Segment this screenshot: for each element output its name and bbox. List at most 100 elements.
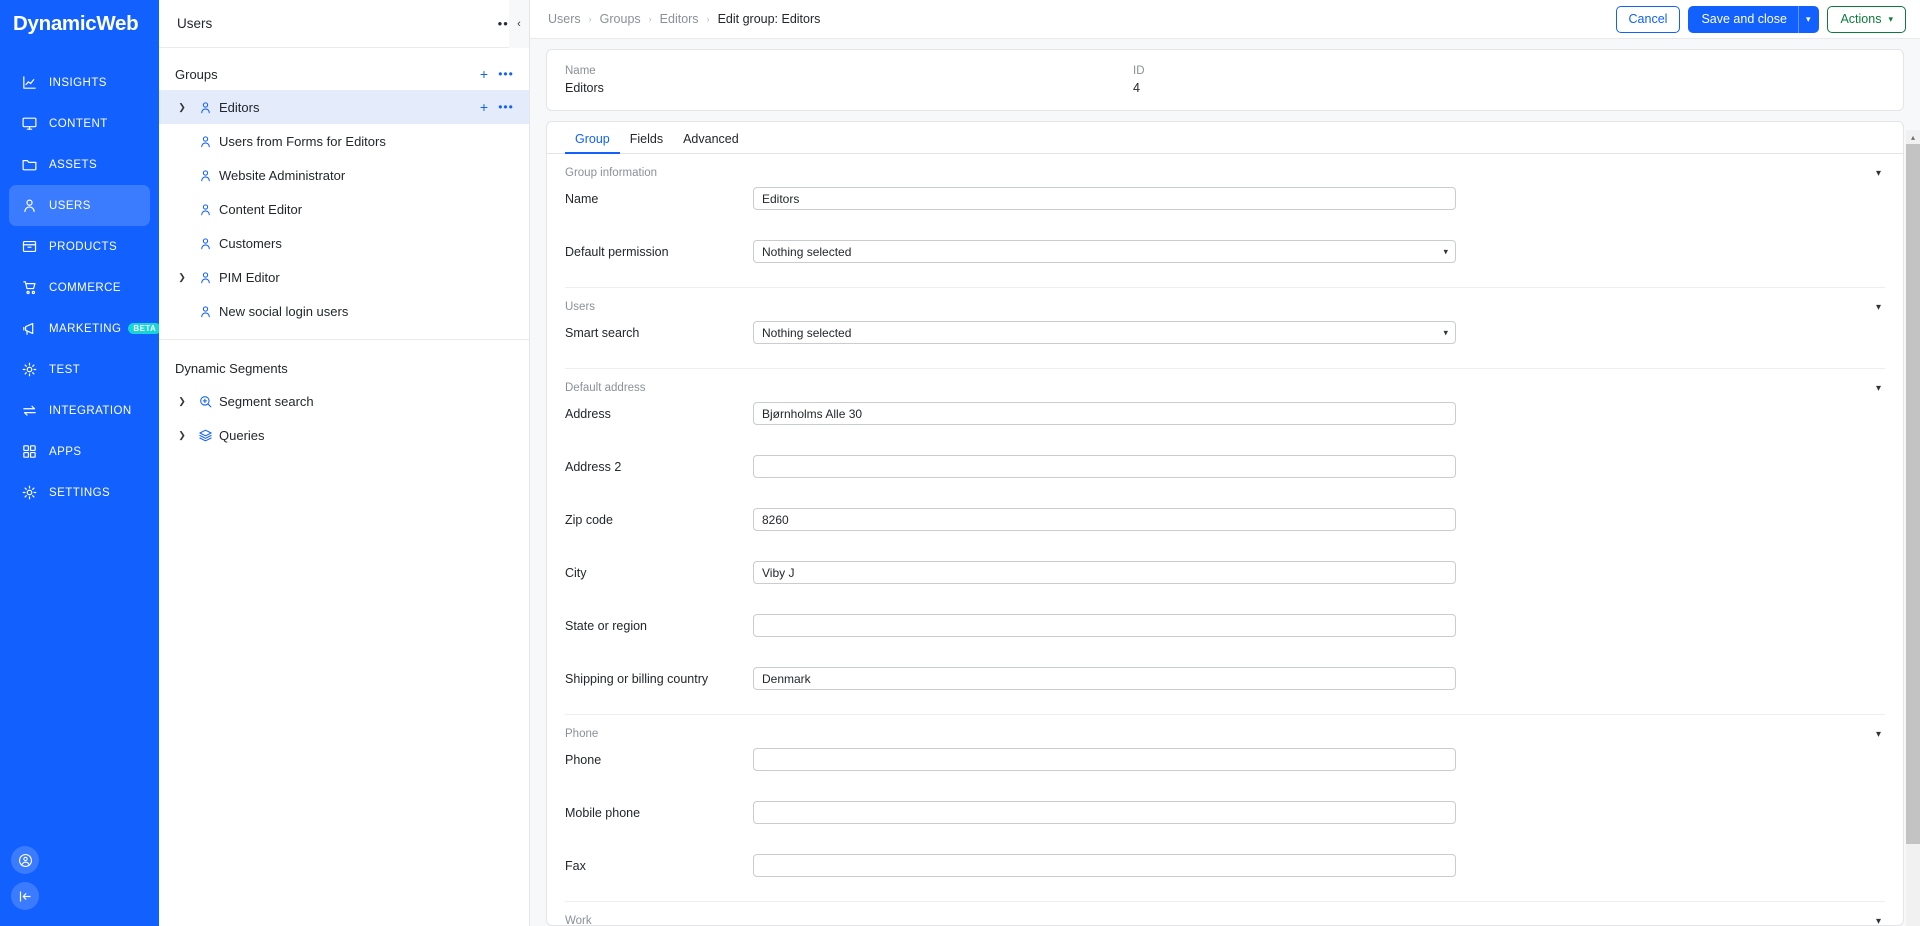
breadcrumb-item[interactable]: Users xyxy=(548,12,581,26)
user-group-icon xyxy=(193,202,217,217)
grid-apps-icon xyxy=(9,443,49,460)
field-label: Fax xyxy=(565,858,586,873)
chevron-down-icon[interactable]: ▾ xyxy=(1876,302,1885,313)
nav-item-marketing[interactable]: MARKETING BETA xyxy=(9,308,162,349)
cancel-button[interactable]: Cancel xyxy=(1615,5,1681,33)
nav-item-content[interactable]: CONTENT xyxy=(9,103,150,144)
collapse-left-icon[interactable] xyxy=(11,882,39,910)
panel-title: Users xyxy=(177,16,213,31)
fax-input[interactable] xyxy=(753,854,1456,877)
section-more-button[interactable]: ••• xyxy=(495,63,517,85)
tree-item[interactable]: ❯ Queries xyxy=(159,418,529,452)
tab-group[interactable]: Group xyxy=(565,132,620,154)
tree-item[interactable]: Users from Forms for Editors xyxy=(159,124,529,158)
account-avatar-icon[interactable] xyxy=(11,846,39,874)
scrollbar-thumb[interactable] xyxy=(1906,144,1920,844)
tree-item[interactable]: Website Administrator xyxy=(159,158,529,192)
summary-id-value: 4 xyxy=(1133,81,1140,95)
nav-item-label: PRODUCTS xyxy=(49,240,118,253)
form-row: Mobile phone xyxy=(565,794,1885,831)
nav-item-integration[interactable]: INTEGRATION xyxy=(9,390,150,431)
address-input[interactable] xyxy=(753,402,1456,425)
state-or-region-input[interactable] xyxy=(753,614,1456,637)
form-row: Phone xyxy=(565,741,1885,778)
nav-item-products[interactable]: PRODUCTS xyxy=(9,226,150,267)
form-row: Default permission Nothing selected ▾ xyxy=(565,233,1885,270)
tree-item[interactable]: Customers xyxy=(159,226,529,260)
tree-item-label: Editors xyxy=(219,99,260,115)
tree-item[interactable]: New social login users xyxy=(159,294,529,328)
chevron-down-icon[interactable]: ▾ xyxy=(1876,916,1885,926)
nav-item-apps[interactable]: APPS xyxy=(9,431,150,472)
breadcrumb-item[interactable]: Groups xyxy=(600,12,641,26)
field-label: Mobile phone xyxy=(565,805,641,820)
chevron-down-icon[interactable]: ▾ xyxy=(1876,729,1885,740)
city-input[interactable] xyxy=(753,561,1456,584)
zip-code-input[interactable] xyxy=(753,508,1456,531)
form-section-title: Work xyxy=(565,915,592,925)
form-section-header: Phone ▾ xyxy=(565,715,1885,740)
add-child-button[interactable]: + xyxy=(473,96,495,118)
megaphone-icon xyxy=(9,320,49,337)
tree-section-label: Dynamic Segments xyxy=(175,360,288,376)
phone-input[interactable] xyxy=(753,748,1456,771)
nav-item-test[interactable]: TEST xyxy=(9,349,150,390)
tree-item-selected[interactable]: ❯ Editors + ••• xyxy=(159,90,529,124)
chevron-right-icon[interactable]: ❯ xyxy=(171,272,193,283)
row-more-button[interactable]: ••• xyxy=(495,96,517,118)
chevron-down-icon: ▾ xyxy=(1443,246,1448,256)
chevron-down-icon[interactable]: ▾ xyxy=(1876,168,1885,179)
breadcrumb-item[interactable]: Editors xyxy=(660,12,699,26)
breadcrumb-item: Edit group: Editors xyxy=(717,12,821,26)
vertical-scrollbar[interactable]: ▴ xyxy=(1906,130,1920,926)
chevron-right-icon[interactable]: ❯ xyxy=(171,430,193,441)
actions-label: Actions xyxy=(1840,12,1882,26)
tab-advanced[interactable]: Advanced xyxy=(673,132,749,153)
user-group-icon xyxy=(193,134,217,149)
nav-item-commerce[interactable]: COMMERCE xyxy=(9,267,150,308)
tree-item[interactable]: ❯ PIM Editor xyxy=(159,260,529,294)
tree-item[interactable]: Content Editor xyxy=(159,192,529,226)
tree-item-label: PIM Editor xyxy=(219,269,280,285)
form-scroll-area: Group information ▾ Name Default permission… xyxy=(547,154,1903,925)
actions-button[interactable]: Actions ▾ xyxy=(1827,5,1906,33)
nav-item-users[interactable]: USERS xyxy=(9,185,150,226)
field-control xyxy=(753,614,1456,637)
nav-item-label: CONTENT xyxy=(49,117,108,130)
chevron-right-icon[interactable]: ❯ xyxy=(171,396,193,407)
smart-search-select[interactable]: Nothing selected ▾ xyxy=(753,321,1456,344)
mobile-phone-input[interactable] xyxy=(753,801,1456,824)
chevron-down-icon[interactable]: ▾ xyxy=(1876,383,1885,394)
tab-fields[interactable]: Fields xyxy=(620,132,673,153)
add-group-button[interactable]: + xyxy=(473,63,495,85)
panel-header: Users ••• xyxy=(159,0,529,48)
form-section-header: Users ▾ xyxy=(565,288,1885,313)
breadcrumb-separator: › xyxy=(706,14,710,24)
folder-icon xyxy=(9,156,49,173)
nav-item-settings[interactable]: SETTINGS xyxy=(9,472,150,513)
cart-icon xyxy=(9,279,49,296)
breadcrumb: Users › Groups › Editors › Edit group: Editors xyxy=(548,12,1616,26)
chevron-right-icon[interactable]: ❯ xyxy=(171,102,193,113)
default-permission-select[interactable]: Nothing selected ▾ xyxy=(753,240,1456,263)
nav-item-assets[interactable]: ASSETS xyxy=(9,144,150,185)
save-and-close-button[interactable]: Save and close ▾ xyxy=(1688,5,1820,33)
chevron-left-icon[interactable]: ‹ xyxy=(509,0,529,48)
name-input[interactable] xyxy=(753,187,1456,210)
chevron-down-icon[interactable]: ▾ xyxy=(1806,14,1811,25)
field-control xyxy=(753,455,1456,478)
tree-container: Groups + ••• ❯ Editors + ••• Users from Forms f… xyxy=(159,48,529,926)
nav-item-insights[interactable]: INSIGHTS xyxy=(9,62,150,103)
address-2-input[interactable] xyxy=(753,455,1456,478)
form-row: Address xyxy=(565,395,1885,432)
tree-item[interactable]: ❯ Segment search xyxy=(159,384,529,418)
form-section-title: Group information xyxy=(565,167,658,179)
chevron-up-icon[interactable]: ▴ xyxy=(1906,130,1920,144)
summary-name-value: Editors xyxy=(565,81,604,95)
shipping-or-billing-country-input[interactable] xyxy=(753,667,1456,690)
user-group-icon xyxy=(193,270,217,285)
